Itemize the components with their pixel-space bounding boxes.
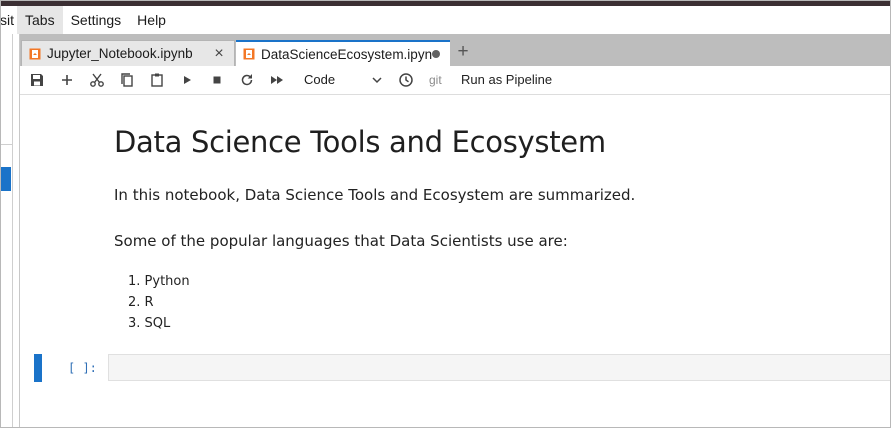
add-icon[interactable] — [58, 71, 76, 89]
paste-icon[interactable] — [148, 71, 166, 89]
restart-icon[interactable] — [238, 71, 256, 89]
clock-icon[interactable] — [397, 71, 415, 89]
cell-type-value: Code — [304, 72, 336, 87]
languages-list: 1. Python 2. R 3. SQL — [114, 271, 190, 334]
stop-icon[interactable] — [208, 71, 226, 89]
list-item-text: Python — [144, 274, 190, 289]
list-item-text: R — [144, 295, 154, 310]
add-tab-button[interactable]: + — [452, 41, 474, 65]
menubar: sit Tabs Settings Help — [0, 6, 891, 34]
left-sidebar — [0, 34, 13, 428]
list-item: 1. Python — [114, 271, 190, 292]
tab-bar: Jupyter_Notebook.ipynb × DataScienceEcos… — [20, 34, 891, 66]
sidebar-divider — [0, 144, 12, 145]
fast-forward-icon[interactable] — [268, 71, 286, 89]
cut-icon[interactable] — [88, 71, 106, 89]
main-dock-panel: Jupyter_Notebook.ipynb × DataScienceEcos… — [19, 34, 891, 428]
list-item: 2. R — [114, 292, 190, 313]
chevron-down-icon — [372, 77, 382, 84]
menu-settings[interactable]: Settings — [63, 6, 130, 34]
copy-icon[interactable] — [118, 71, 136, 89]
notebook-title: Data Science Tools and Ecosystem — [114, 125, 606, 159]
list-item-text: SQL — [144, 316, 171, 331]
run-as-pipeline-button[interactable]: Run as Pipeline — [461, 71, 552, 89]
save-icon[interactable] — [28, 71, 46, 89]
cell-type-dropdown[interactable]: Code — [296, 70, 384, 90]
languages-intro-paragraph: Some of the popular languages that Data … — [114, 232, 568, 250]
sidebar-active-indicator[interactable] — [0, 167, 11, 191]
run-icon[interactable] — [178, 71, 196, 89]
git-label[interactable]: git — [429, 71, 442, 89]
code-editor[interactable] — [108, 354, 891, 381]
cell-collapser[interactable] — [34, 354, 42, 382]
tab-label: Jupyter_Notebook.ipynb — [47, 46, 193, 61]
notebook-toolbar: Code git Run as Pipeline — [20, 66, 891, 95]
tab-datascience-ecosystem[interactable]: DataScienceEcosystem.ipyn — [236, 40, 450, 66]
input-prompt: [ ]: — [68, 361, 97, 375]
unsaved-dot-icon[interactable] — [432, 50, 440, 58]
intro-paragraph: In this notebook, Data Science Tools and… — [114, 186, 636, 204]
menu-help[interactable]: Help — [129, 6, 174, 34]
list-marker: 3. — [128, 316, 141, 331]
list-marker: 1. — [128, 274, 141, 289]
menu-tabs[interactable]: Tabs — [17, 6, 63, 34]
code-cell[interactable]: [ ]: — [34, 354, 891, 384]
notebook-content: Data Science Tools and Ecosystem In this… — [20, 95, 891, 428]
list-marker: 2. — [128, 295, 141, 310]
menu-edit[interactable]: sit — [0, 6, 17, 34]
close-icon[interactable]: × — [212, 45, 226, 63]
notebook-icon — [29, 48, 41, 59]
tab-label: DataScienceEcosystem.ipyn — [261, 46, 432, 62]
list-item: 3. SQL — [114, 313, 190, 334]
notebook-icon — [243, 48, 255, 60]
tab-jupyter-notebook[interactable]: Jupyter_Notebook.ipynb × — [21, 40, 235, 66]
